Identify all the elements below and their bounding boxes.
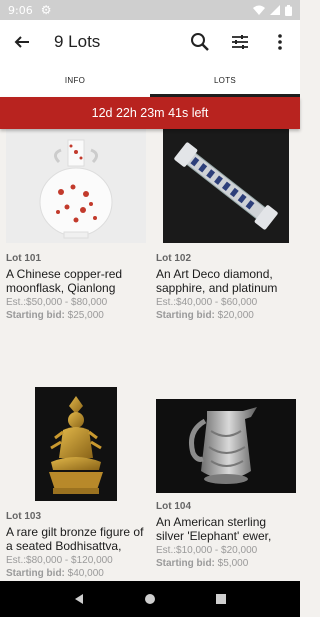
moonflask-image	[39, 139, 113, 239]
lot-number: Lot 103	[6, 511, 42, 522]
starting-bid-label: Starting bid:	[156, 558, 215, 569]
lot-card[interactable]: Lot 102 An Art Deco diamond, sapphire, a…	[156, 129, 296, 321]
lot-estimate: Est.:$40,000 - $60,000	[156, 297, 258, 308]
lot-image[interactable]	[6, 129, 146, 243]
starting-bid-value: $5,000	[217, 558, 249, 569]
bracelet-image	[174, 142, 278, 230]
lot-image-frame	[35, 387, 117, 501]
lot-title: An Art Deco diamond, sapphire, and plati…	[156, 267, 278, 295]
lot-image[interactable]	[163, 129, 289, 243]
status-bar: 9:06 ⚙	[0, 0, 300, 20]
nav-home-icon[interactable]	[144, 593, 156, 605]
lot-number: Lot 102	[156, 253, 192, 264]
tab-info[interactable]: INFO	[0, 64, 150, 97]
back-arrow-icon[interactable]	[0, 20, 44, 64]
battery-icon	[285, 4, 292, 16]
status-time: 9:06	[8, 3, 33, 17]
lot-title: A Chinese copper-red moonflask, Qianlong	[6, 267, 123, 295]
tab-lots[interactable]: LOTS	[150, 64, 300, 97]
lots-grid: Lot 101 A Chinese copper-red moonflask, …	[0, 129, 300, 581]
nav-back-icon[interactable]	[73, 593, 85, 605]
lot-image[interactable]	[156, 399, 296, 493]
system-nav-bar	[0, 581, 300, 617]
lot-card[interactable]: Lot 103 A rare gilt bronze figure of a s…	[6, 387, 146, 579]
starting-bid-value: $40,000	[67, 568, 104, 579]
starting-bid-label: Starting bid:	[6, 568, 65, 579]
more-options-icon[interactable]	[260, 20, 300, 64]
lot-title: An American sterling silver 'Elephant' e…	[156, 515, 272, 543]
lot-card[interactable]: Lot 101 A Chinese copper-red moonflask, …	[6, 129, 146, 321]
lot-estimate: Est.:$50,000 - $80,000	[6, 297, 108, 308]
app-bar: 9 Lots	[0, 20, 300, 64]
lot-estimate: Est.:$80,000 - $120,000	[6, 555, 113, 566]
lot-starting-bid: Starting bid: $5,000	[156, 558, 296, 569]
lot-card[interactable]: Lot 104 An American sterling silver 'Ele…	[156, 387, 296, 569]
lot-number: Lot 104	[156, 501, 192, 512]
countdown-banner: 12d 22h 23m 41s left	[0, 97, 300, 129]
wifi-icon	[253, 5, 265, 15]
search-icon[interactable]	[180, 20, 220, 64]
starting-bid-value: $20,000	[217, 310, 254, 321]
lot-title: A rare gilt bronze figure of a seated Bo…	[6, 525, 144, 553]
lot-image[interactable]	[6, 387, 146, 501]
settings-gear-icon: ⚙	[40, 3, 52, 17]
tab-bar: INFO LOTS	[0, 64, 300, 97]
page-title: 9 Lots	[54, 32, 101, 51]
lot-estimate: Est.:$10,000 - $20,000	[156, 545, 258, 556]
lot-starting-bid: Starting bid: $40,000	[6, 568, 146, 579]
starting-bid-label: Starting bid:	[156, 310, 215, 321]
lot-starting-bid: Starting bid: $25,000	[6, 310, 146, 321]
signal-icon	[270, 5, 280, 15]
starting-bid-value: $25,000	[67, 310, 104, 321]
lot-number: Lot 101	[6, 253, 42, 264]
silver-ewer-image	[189, 407, 257, 484]
starting-bid-label: Starting bid:	[6, 310, 65, 321]
bodhisattva-image	[49, 396, 103, 494]
nav-recents-icon[interactable]	[215, 593, 227, 605]
lot-starting-bid: Starting bid: $20,000	[156, 310, 296, 321]
filter-sliders-icon[interactable]	[220, 20, 260, 64]
